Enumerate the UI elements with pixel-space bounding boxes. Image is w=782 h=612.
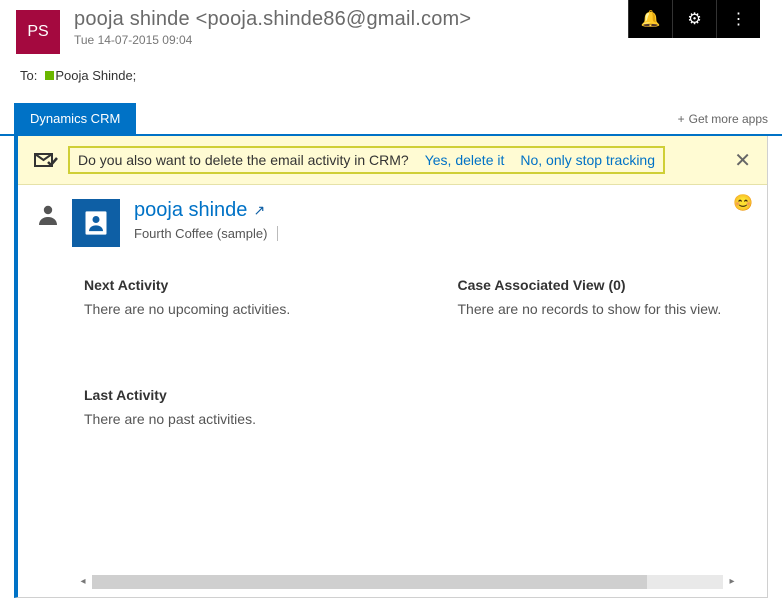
- tab-dynamics-crm[interactable]: Dynamics CRM: [14, 103, 136, 134]
- case-view-body: There are no records to show for this vi…: [458, 301, 738, 317]
- popout-icon[interactable]: ↗: [253, 202, 265, 219]
- get-more-apps-label: Get more apps: [689, 112, 768, 126]
- get-more-apps-link[interactable]: + Get more apps: [678, 112, 768, 126]
- addin-tab-row: Dynamics CRM + Get more apps: [0, 103, 782, 136]
- yes-delete-link[interactable]: Yes, delete it: [425, 152, 505, 168]
- scroll-right-icon[interactable]: ▸: [727, 575, 737, 589]
- scroll-left-icon[interactable]: ◂: [78, 575, 88, 589]
- contact-row: pooja shinde ↗ Fourth Coffee (sample): [36, 199, 751, 247]
- contact-card-icon: [72, 199, 120, 247]
- crm-content: 😊 pooja shinde ↗ Fourth Coffee (sample) …: [18, 185, 767, 427]
- recipient-name: Pooja Shinde;: [55, 68, 136, 83]
- last-activity-body: There are no past activities.: [84, 411, 751, 427]
- next-activity-body: There are no upcoming activities.: [84, 301, 378, 317]
- contact-name-link[interactable]: pooja shinde ↗: [134, 199, 278, 222]
- to-recipient: Pooja Shinde;: [45, 68, 136, 83]
- scroll-thumb[interactable]: [92, 575, 647, 589]
- close-icon[interactable]: ✕: [728, 148, 757, 173]
- horizontal-scrollbar[interactable]: ◂ ▸: [78, 575, 737, 589]
- smiley-icon[interactable]: 😊: [733, 193, 753, 213]
- notification-bar: Do you also want to delete the email act…: [18, 136, 767, 185]
- last-activity-title: Last Activity: [84, 387, 751, 403]
- track-icon: [34, 150, 58, 170]
- crm-pane: Do you also want to delete the email act…: [14, 136, 768, 598]
- last-activity-section: Last Activity There are no past activiti…: [36, 387, 751, 427]
- case-view-section: Case Associated View (0) There are no re…: [458, 277, 752, 317]
- section-grid: Next Activity There are no upcoming acti…: [36, 277, 751, 317]
- scroll-track[interactable]: [92, 575, 723, 589]
- person-icon: [36, 203, 58, 234]
- top-toolbar-right: 🔔 ⚙ ⋮: [628, 0, 760, 38]
- to-line: To: Pooja Shinde;: [0, 62, 782, 91]
- menu-icon[interactable]: ⋮: [716, 0, 760, 38]
- notification-text: Do you also want to delete the email act…: [78, 152, 409, 168]
- contact-name-text: pooja shinde: [134, 199, 247, 222]
- next-activity-title: Next Activity: [84, 277, 378, 293]
- next-activity-section: Next Activity There are no upcoming acti…: [84, 277, 378, 317]
- presence-icon: [45, 71, 54, 80]
- case-view-title: Case Associated View (0): [458, 277, 752, 293]
- plus-icon: +: [678, 112, 685, 126]
- no-stop-tracking-link[interactable]: No, only stop tracking: [520, 152, 655, 168]
- contact-meta: pooja shinde ↗ Fourth Coffee (sample): [134, 199, 278, 241]
- top-toolbar: 🔔 ⚙ ⋮: [0, 0, 782, 38]
- bell-icon[interactable]: 🔔: [628, 0, 672, 38]
- to-label: To:: [20, 68, 37, 83]
- gear-icon[interactable]: ⚙: [672, 0, 716, 38]
- contact-company: Fourth Coffee (sample): [134, 226, 278, 241]
- notification-box: Do you also want to delete the email act…: [68, 146, 665, 174]
